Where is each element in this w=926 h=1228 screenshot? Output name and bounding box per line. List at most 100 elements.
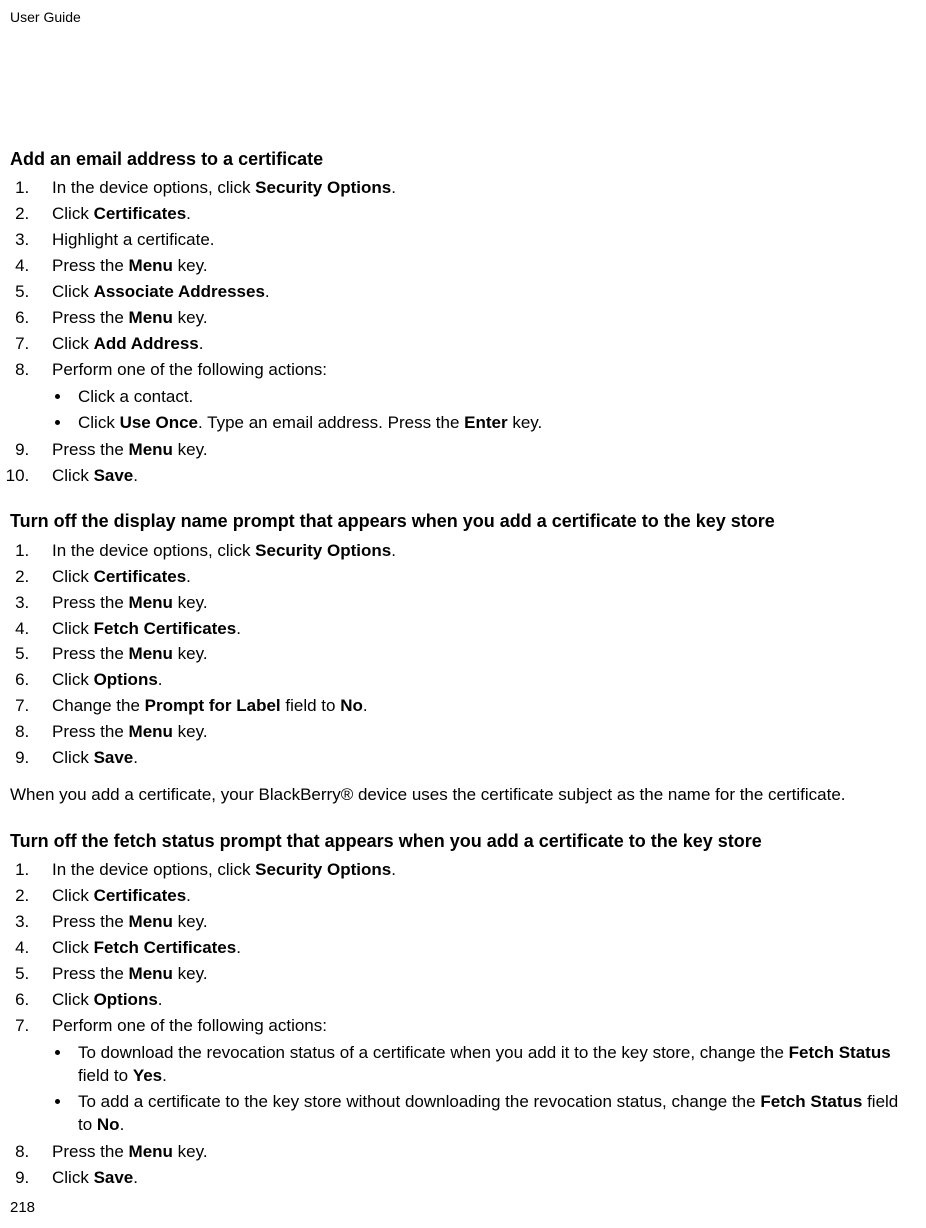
- step: Click Associate Addresses.: [34, 281, 916, 304]
- bold: Save: [94, 1168, 134, 1187]
- text: .: [391, 860, 396, 879]
- step: Press the Menu key.: [34, 307, 916, 330]
- bold: Yes: [133, 1066, 162, 1085]
- step: Perform one of the following actions: To…: [34, 1015, 916, 1137]
- bold: Use Once: [120, 413, 198, 432]
- text: Press the: [52, 644, 129, 663]
- step: Press the Menu key.: [34, 911, 916, 934]
- bold: Add Address: [94, 334, 199, 353]
- text: .: [199, 334, 204, 353]
- step: Click Options.: [34, 669, 916, 692]
- page-header: User Guide: [10, 8, 916, 27]
- bold: No: [97, 1115, 120, 1134]
- bold: Security Options: [255, 860, 391, 879]
- bold: No: [340, 696, 363, 715]
- text: Click: [52, 748, 94, 767]
- text: .: [391, 541, 396, 560]
- step: Highlight a certificate.: [34, 229, 916, 252]
- text: Click: [52, 990, 94, 1009]
- text: To add a certificate to the key store wi…: [78, 1092, 760, 1111]
- text: Press the: [52, 256, 129, 275]
- bold: Certificates: [94, 567, 187, 586]
- section3-steps: In the device options, click Security Op…: [34, 859, 916, 1189]
- text: Click: [52, 567, 94, 586]
- text: To download the revocation status of a c…: [78, 1043, 789, 1062]
- step: Click Options.: [34, 989, 916, 1012]
- bold: Options: [94, 670, 158, 689]
- bold: Certificates: [94, 886, 187, 905]
- bold: Options: [94, 990, 158, 1009]
- bold: Menu: [129, 440, 173, 459]
- step: Click Certificates.: [34, 885, 916, 908]
- step: Press the Menu key.: [34, 643, 916, 666]
- bold: Save: [94, 748, 134, 767]
- text: Click: [78, 413, 120, 432]
- bold: Fetch Status: [789, 1043, 891, 1062]
- bold: Menu: [129, 256, 173, 275]
- text: Click: [52, 466, 94, 485]
- step: In the device options, click Security Op…: [34, 177, 916, 200]
- text: Press the: [52, 440, 129, 459]
- section2-note: When you add a certificate, your BlackBe…: [10, 784, 916, 807]
- substep: Click a contact.: [72, 386, 916, 409]
- step: Press the Menu key.: [34, 721, 916, 744]
- text: .: [186, 567, 191, 586]
- text: Click: [52, 886, 94, 905]
- text: key.: [173, 964, 208, 983]
- text: .: [133, 466, 138, 485]
- text: .: [162, 1066, 167, 1085]
- substep: To download the revocation status of a c…: [72, 1042, 916, 1088]
- bold: Security Options: [255, 541, 391, 560]
- bold: Menu: [129, 912, 173, 931]
- text: Click: [52, 282, 94, 301]
- bold: Certificates: [94, 204, 187, 223]
- text: .: [236, 619, 241, 638]
- step: Press the Menu key.: [34, 255, 916, 278]
- text: Click: [52, 334, 94, 353]
- bold: Security Options: [255, 178, 391, 197]
- section2-steps: In the device options, click Security Op…: [34, 540, 916, 770]
- step: Click Save.: [34, 465, 916, 488]
- text: key.: [173, 256, 208, 275]
- text: .: [186, 204, 191, 223]
- text: Perform one of the following actions:: [52, 360, 327, 379]
- text: field to: [78, 1066, 133, 1085]
- bold: Fetch Status: [760, 1092, 862, 1111]
- text: Click: [52, 204, 94, 223]
- text: key.: [173, 1142, 208, 1161]
- step: Press the Menu key.: [34, 963, 916, 986]
- text: Change the: [52, 696, 145, 715]
- text: Click: [52, 619, 94, 638]
- bold: Menu: [129, 644, 173, 663]
- bold: Menu: [129, 593, 173, 612]
- bold: Menu: [129, 308, 173, 327]
- step: Press the Menu key.: [34, 1141, 916, 1164]
- step: Press the Menu key.: [34, 592, 916, 615]
- text: .: [391, 178, 396, 197]
- text: .: [186, 886, 191, 905]
- text: .: [265, 282, 270, 301]
- text: Press the: [52, 912, 129, 931]
- substeps: Click a contact. Click Use Once. Type an…: [72, 386, 916, 435]
- text: key.: [173, 644, 208, 663]
- page-number: 218: [10, 1198, 35, 1218]
- text: .: [158, 990, 163, 1009]
- text: Press the: [52, 1142, 129, 1161]
- text: .: [363, 696, 368, 715]
- bold: Enter: [464, 413, 507, 432]
- step: Click Add Address.: [34, 333, 916, 356]
- text: Click: [52, 670, 94, 689]
- step: In the device options, click Security Op…: [34, 540, 916, 563]
- page-content: Add an email address to a certificate In…: [10, 147, 916, 1190]
- bold: Menu: [129, 964, 173, 983]
- text: key.: [508, 413, 543, 432]
- text: In the device options, click: [52, 860, 255, 879]
- section-title-turn-off-display-name-prompt: Turn off the display name prompt that ap…: [10, 509, 916, 533]
- step: Click Certificates.: [34, 566, 916, 589]
- substep: To add a certificate to the key store wi…: [72, 1091, 916, 1137]
- text: Click: [52, 938, 94, 957]
- bold: Associate Addresses: [94, 282, 265, 301]
- text: key.: [173, 308, 208, 327]
- text: In the device options, click: [52, 541, 255, 560]
- section-title-add-email: Add an email address to a certificate: [10, 147, 916, 171]
